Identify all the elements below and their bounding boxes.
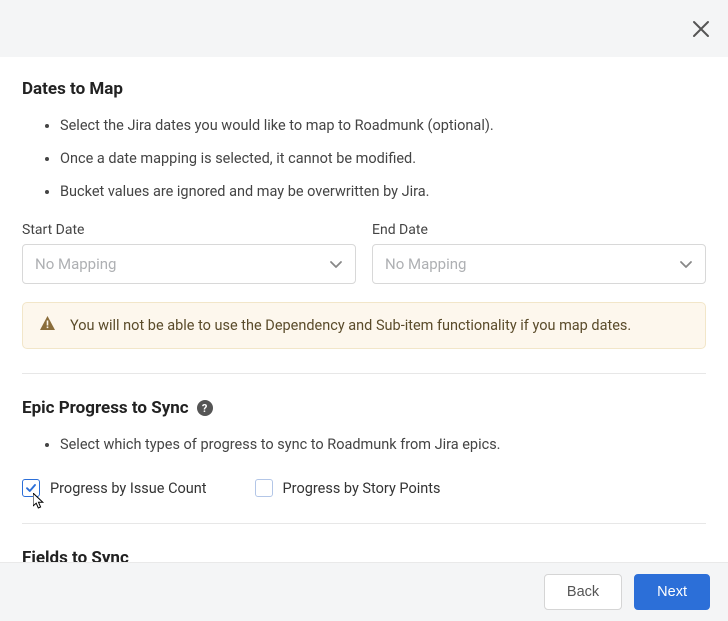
- dialog-body: Dates to Map Select the Jira dates you w…: [0, 57, 728, 562]
- bullet-item: Select the Jira dates you would like to …: [60, 109, 706, 142]
- divider: [22, 373, 706, 374]
- start-date-value: No Mapping: [35, 255, 116, 273]
- start-date-group: Start Date No Mapping: [22, 222, 356, 284]
- checkbox-issue-count[interactable]: Progress by Issue Count: [22, 479, 207, 497]
- help-icon[interactable]: ?: [197, 400, 213, 416]
- checkbox-label: Progress by Issue Count: [50, 480, 207, 497]
- divider: [22, 523, 706, 524]
- checkbox-box: [255, 479, 273, 497]
- bullet-item: Select which types of progress to sync t…: [60, 428, 706, 461]
- start-date-label: Start Date: [22, 222, 356, 238]
- checkbox-label: Progress by Story Points: [283, 480, 441, 497]
- chevron-down-icon: [679, 257, 693, 271]
- bullet-item: Once a date mapping is selected, it cann…: [60, 142, 706, 175]
- epic-progress-title: Epic Progress to Sync ?: [22, 398, 706, 418]
- chevron-down-icon: [329, 257, 343, 271]
- next-button[interactable]: Next: [634, 574, 710, 610]
- dialog-footer: Back Next: [0, 562, 728, 621]
- warning-banner: You will not be able to use the Dependen…: [22, 302, 706, 349]
- warning-text: You will not be able to use the Dependen…: [70, 317, 631, 334]
- back-button[interactable]: Back: [544, 574, 622, 610]
- start-date-select[interactable]: No Mapping: [22, 244, 356, 284]
- dialog-header: [0, 0, 728, 57]
- end-date-select[interactable]: No Mapping: [372, 244, 706, 284]
- checkbox-box: [22, 479, 40, 497]
- checkbox-story-points[interactable]: Progress by Story Points: [255, 479, 441, 497]
- dates-to-map-title: Dates to Map: [22, 79, 706, 99]
- checkbox-row: Progress by Issue Count Progress by Stor…: [22, 479, 706, 497]
- close-icon[interactable]: [692, 20, 710, 38]
- bullet-item: Bucket values are ignored and may be ove…: [60, 175, 706, 208]
- warning-icon: [39, 315, 56, 336]
- dates-to-map-bullets: Select the Jira dates you would like to …: [22, 109, 706, 208]
- end-date-group: End Date No Mapping: [372, 222, 706, 284]
- epic-progress-bullets: Select which types of progress to sync t…: [22, 428, 706, 461]
- date-selects-row: Start Date No Mapping End Date No Mappin…: [22, 222, 706, 284]
- fields-to-sync-title: Fields to Sync: [22, 548, 706, 562]
- epic-progress-title-text: Epic Progress to Sync: [22, 398, 189, 418]
- end-date-label: End Date: [372, 222, 706, 238]
- end-date-value: No Mapping: [385, 255, 466, 273]
